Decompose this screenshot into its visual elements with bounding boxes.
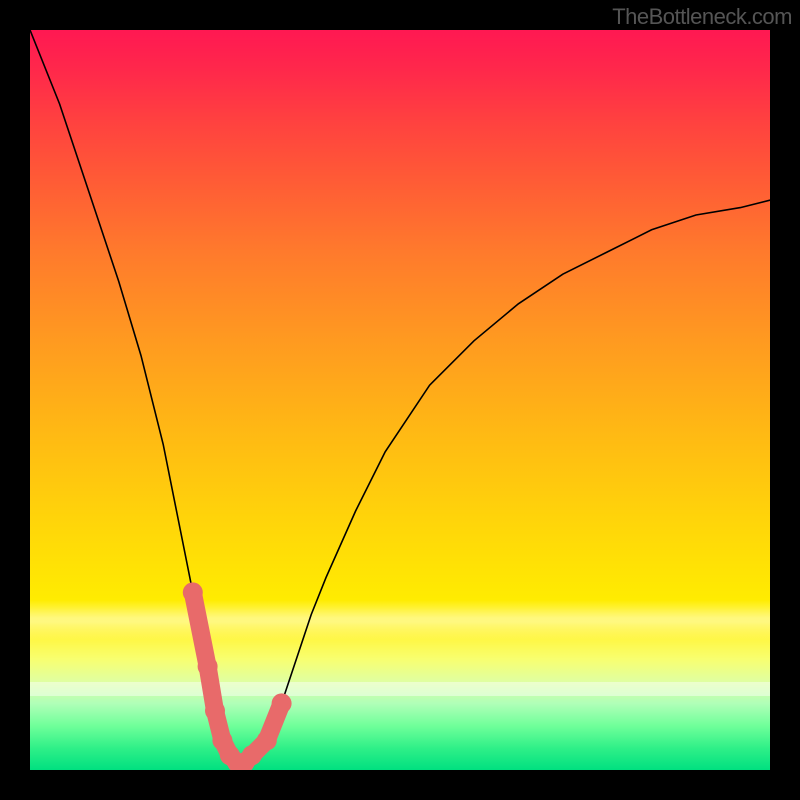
plot-area: [30, 30, 770, 770]
plot-gradient-bg: [30, 30, 770, 770]
attribution-text: TheBottleneck.com: [612, 4, 792, 30]
